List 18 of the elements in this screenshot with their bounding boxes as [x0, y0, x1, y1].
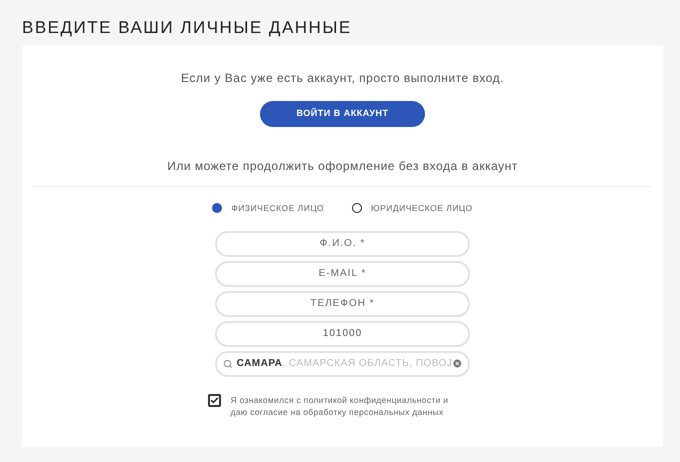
- consent-checkbox[interactable]: [208, 394, 220, 407]
- page-heading: ВВЕДИТЕ ВАШИ ЛИЧНЫЕ ДАННЫЕ: [22, 18, 353, 38]
- input-field[interactable]: ТЕЛЕФОН *: [215, 290, 470, 317]
- input-field[interactable]: E-MAIL *: [215, 260, 470, 287]
- city-field[interactable]: САМАРА, САМАРСКАЯ ОБЛАСТЬ, ПОВОЈ: [215, 350, 470, 377]
- consent-text: Я ознакомился с политикой конфиденциальности и даю согласие на обработку персональных данных: [230, 394, 450, 418]
- check-icon: [210, 396, 218, 405]
- customer-type-radio[interactable]: ФИЗИЧЕСКОЕ ЛИЦО: [212, 202, 324, 215]
- search-icon: [223, 358, 233, 369]
- input-field[interactable]: Ф.И.О. *: [215, 230, 470, 257]
- login-button[interactable]: ВОЙТИ В АККАУНТ: [260, 101, 425, 127]
- input-field[interactable]: 101000: [215, 320, 470, 347]
- clear-icon[interactable]: [452, 358, 463, 370]
- city-value: САМАРА: [236, 357, 282, 372]
- customer-type-radio[interactable]: ЮРИДИЧЕСКОЕ ЛИЦО: [352, 202, 473, 215]
- guest-prompt: Или можете продолжить оформление без входа в аккаунт: [167, 158, 518, 175]
- login-prompt: Если у Вас уже есть аккаунт, просто выполните вход.: [181, 70, 504, 87]
- city-suggestion: , САМАРСКАЯ ОБЛАСТЬ, ПОВОЈ: [282, 357, 452, 372]
